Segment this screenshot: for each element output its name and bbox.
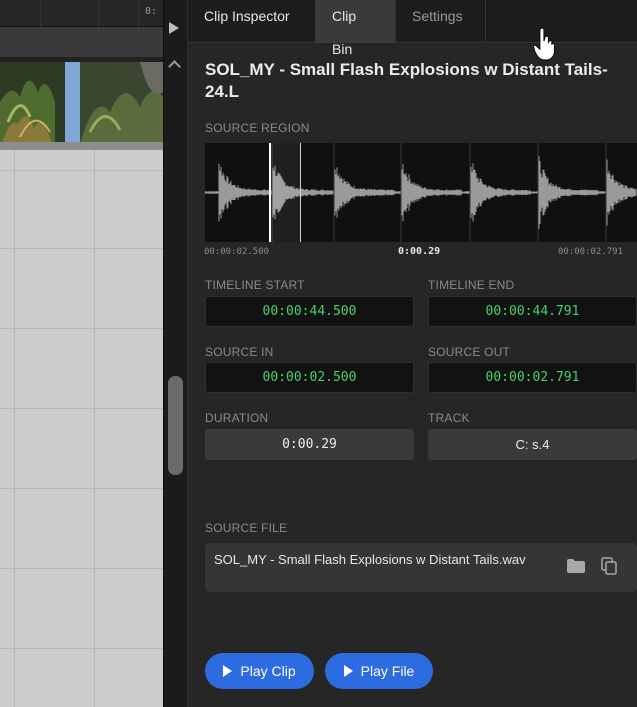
track-header [0,27,163,57]
play-icon [343,665,353,677]
region-selection[interactable] [269,143,301,242]
panel-splitter [163,0,188,707]
clip-title: SOL_MY - Small Flash Explosions w Distan… [205,60,608,101]
play-arrow-icon[interactable] [169,22,179,34]
tab-clip-inspector[interactable]: Clip Inspector [188,0,316,43]
source-in-field[interactable]: 00:00:02.500 [205,362,414,393]
timeline-area[interactable]: 0: [0,0,163,707]
track-label: TRACK [428,411,470,425]
inspector-panel: Clip Inspector Clip Bin Settings SOL_MY … [188,0,637,707]
duration-value: 0:00.29 [205,429,414,460]
tab-bar: Clip Inspector Clip Bin Settings [188,0,637,57]
grid-line [0,328,163,329]
source-out-label: SOURCE OUT [428,345,511,359]
playhead-region [65,62,80,144]
grid-line [94,150,95,707]
tab-clip-bin[interactable]: Clip Bin [316,0,396,57]
play-icon [223,665,233,677]
grid-line [0,408,163,409]
scrollbar-thumb[interactable] [168,376,183,475]
track-divider [0,142,163,150]
source-file-name: SOL_MY - Small Flash Explosions w Distan… [214,552,526,567]
region-duration-time: 0:00.29 [398,246,441,257]
timeline-start-label: TIMELINE START [205,278,305,292]
source-out-field[interactable]: 00:00:02.791 [428,362,637,393]
chevron-up-icon[interactable] [168,60,181,73]
source-region-waveform[interactable] [205,143,637,242]
ruler-tick [138,0,139,27]
timeline-end-field[interactable]: 00:00:44.791 [428,296,637,327]
video-frame-image [0,62,163,144]
play-clip-button[interactable]: Play Clip [205,653,314,689]
play-file-label: Play File [360,663,415,679]
tab-settings[interactable]: Settings [396,0,486,43]
grid-line [0,648,163,649]
folder-icon[interactable] [567,559,585,573]
ruler-tick [98,0,99,27]
grid-line [0,488,163,489]
ruler-label: 0: [144,6,157,17]
timeline-start-field[interactable]: 00:00:44.500 [205,296,414,327]
grid-line [0,170,163,171]
ruler-tick [40,0,41,27]
timeline-ruler[interactable]: 0: [0,0,163,27]
play-clip-label: Play Clip [240,663,296,679]
region-end-time: 00:00:02.791 [558,247,624,257]
source-file-box: SOL_MY - Small Flash Explosions w Distan… [205,543,637,592]
grid-line [0,248,163,249]
video-clip-thumbnail[interactable] [0,57,163,147]
region-start-time: 00:00:02.500 [204,247,270,257]
grid-line [14,150,15,707]
play-file-button[interactable]: Play File [325,653,433,689]
source-in-label: SOURCE IN [205,345,274,359]
copy-icon[interactable] [601,557,617,575]
source-region-label: SOURCE REGION [205,121,310,135]
duration-label: DURATION [205,411,269,425]
timeline-end-label: TIMELINE END [428,278,515,292]
track-value: C: s.4 [428,429,637,460]
timeline-grid[interactable] [0,150,163,707]
source-file-label: SOURCE FILE [205,521,288,535]
grid-line [0,568,163,569]
